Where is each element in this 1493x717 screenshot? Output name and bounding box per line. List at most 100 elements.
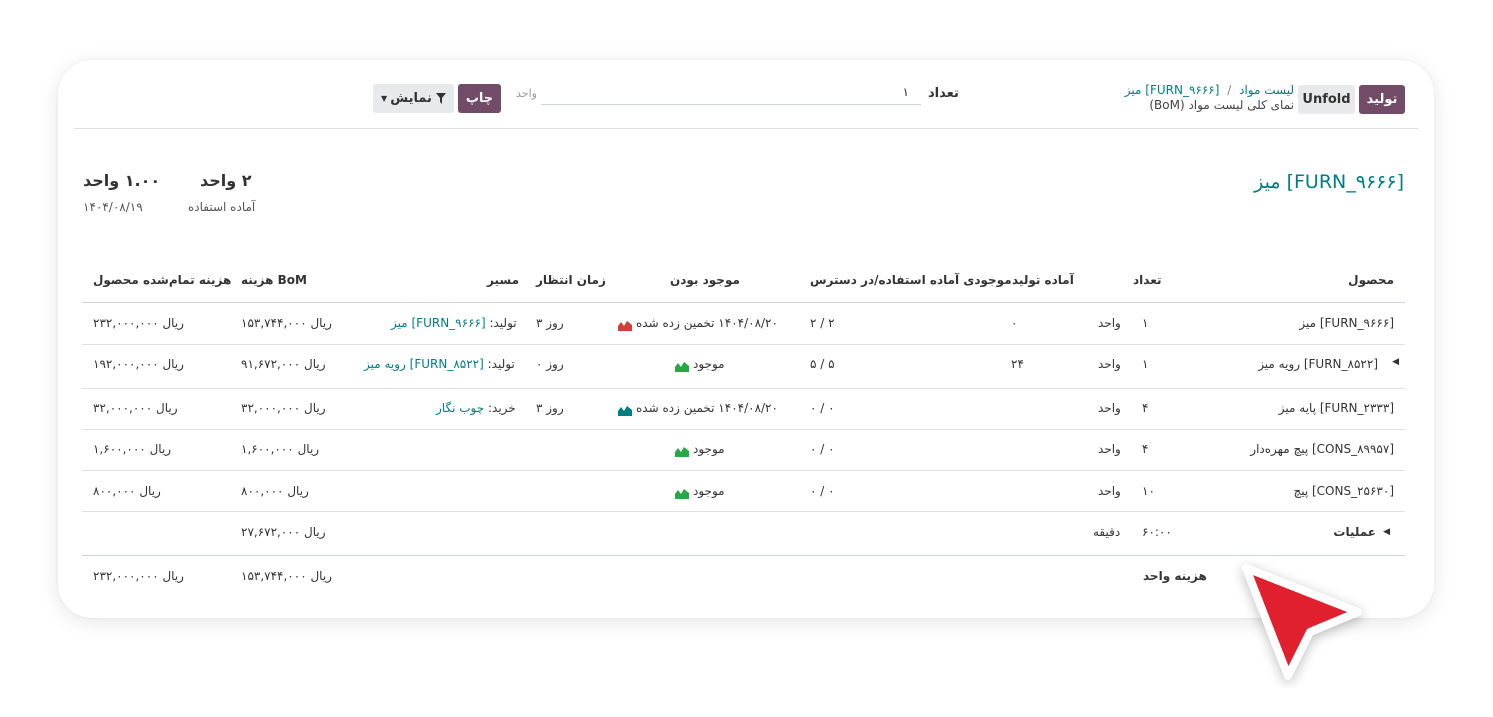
header-quantity: تعداد <box>1133 273 1162 287</box>
row-divider <box>82 429 1405 430</box>
total-quantity: ۱.۰۰ واحد <box>83 171 161 190</box>
header-free-available: موجودی آماده استفاده/در دسترس <box>810 273 1012 287</box>
ready-label: آماده استفاده <box>188 200 256 214</box>
summary-date: ۱۴۰۴/۰۸/۱۹ <box>83 200 143 214</box>
row-product-link[interactable]: [FURN_۹۶۶۶] میز <box>1299 316 1394 330</box>
row-availability: ۱۴۰۴/۰۸/۲۰ تخمین زده شده <box>636 316 778 330</box>
operations-label[interactable]: عملیات <box>1333 525 1376 539</box>
row-route: خرید: چوب نگار <box>436 401 516 415</box>
expand-caret-icon[interactable]: ◀ <box>1383 527 1390 537</box>
row-lead-time: ۳ روز <box>536 316 564 330</box>
quantity-label: تعداد <box>928 86 959 101</box>
filter-icon <box>435 91 446 106</box>
unit-cost-label: هزینه واحد <box>1143 569 1207 583</box>
forecast-chart-icon[interactable] <box>675 357 689 376</box>
row-uom: واحد <box>1098 442 1121 456</box>
row-ready: ۰ <box>1011 316 1018 330</box>
row-product-cost: ۳۲,۰۰۰,۰۰۰ ریال <box>93 401 178 415</box>
row-free: ۰ / ۰ <box>810 442 835 456</box>
operations-qty: ۶۰:۰۰ <box>1142 525 1172 539</box>
forecast-chart-icon[interactable] <box>675 442 689 461</box>
row-bom-cost: ۳۲,۰۰۰,۰۰۰ ریال <box>241 401 326 415</box>
row-product-cost: ۲۳۲,۰۰۰,۰۰۰ ریال <box>93 316 184 330</box>
row-route-prefix: تولید: <box>489 316 517 330</box>
row-divider <box>82 470 1405 471</box>
unfold-button[interactable]: Unfold <box>1298 85 1355 114</box>
row-lead-time: ۰ روز <box>536 357 564 371</box>
row-route-link[interactable]: [FURN_۹۶۶۶] میز <box>391 316 486 330</box>
forecast-chart-icon[interactable] <box>675 484 689 503</box>
header-lead-time: زمان انتظار <box>536 273 606 287</box>
row-product-link[interactable]: [CONS_۸۹۹۵۷] پیچ مهره‌دار <box>1250 442 1394 456</box>
breadcrumb-separator: / <box>1227 83 1232 97</box>
forecast-chart-icon[interactable] <box>618 401 632 420</box>
row-bom-cost: ۱,۶۰۰,۰۰۰ ریال <box>241 442 320 456</box>
header-product-cost: هزینه تمام‌شده محصول <box>93 273 232 287</box>
row-bom-cost: ۸۰۰,۰۰۰ ریال <box>241 484 309 498</box>
produce-button[interactable]: تولید <box>1359 85 1405 114</box>
breadcrumb: لیست مواد / [FURN_۹۶۶۶] میز <box>1125 83 1294 97</box>
quantity-input[interactable]: ۱ واحد <box>516 83 921 105</box>
row-qty: ۱ <box>1142 316 1149 330</box>
row-product-cost: ۸۰۰,۰۰۰ ریال <box>93 484 161 498</box>
header-route: مسیر <box>487 273 520 287</box>
row-availability: موجود <box>693 484 725 498</box>
row-free: ۵ / ۵ <box>810 357 835 371</box>
breadcrumb-current-link[interactable]: [FURN_۹۶۶۶] میز <box>1125 83 1220 97</box>
row-route-link[interactable]: چوب نگار <box>436 401 484 415</box>
row-availability: موجود <box>693 442 725 456</box>
control-panel-divider <box>74 128 1418 129</box>
operations-divider <box>82 555 1405 556</box>
print-button[interactable]: چاپ <box>458 84 501 113</box>
row-qty: ۴ <box>1142 442 1149 456</box>
row-product-link[interactable]: [FURN_۲۳۳۳] پایه میز <box>1279 401 1394 415</box>
page-subtitle: نمای کلی لیست مواد (BoM) <box>1149 98 1294 112</box>
row-product-link[interactable]: [CONS_۲۵۶۳۰] پیچ <box>1293 484 1394 498</box>
row-uom: واحد <box>1098 401 1121 415</box>
operations-uom: دقیقه <box>1093 525 1121 539</box>
row-route-prefix: تولید: <box>487 357 515 371</box>
row-ready: ۲۴ <box>1011 357 1024 371</box>
row-divider <box>82 511 1405 512</box>
row-product-cost: ۱۹۲,۰۰۰,۰۰۰ ریال <box>93 357 184 371</box>
ready-quantity: ۲ واحد <box>200 171 252 190</box>
header-bom-cost: هزینه BoM <box>241 273 307 287</box>
header-divider <box>82 302 1405 303</box>
row-bom-cost: ۹۱,۶۷۲,۰۰۰ ریال <box>241 357 326 371</box>
quantity-value: ۱ <box>902 85 909 99</box>
row-free: ۰ / ۰ <box>810 484 835 498</box>
row-divider <box>82 388 1405 389</box>
unit-placeholder: واحد <box>516 87 537 100</box>
row-free: ۰ / ۰ <box>810 401 835 415</box>
row-product-link[interactable]: [FURN_۸۵۲۲] رویه میز <box>1258 357 1378 371</box>
row-route-prefix: خرید: <box>487 401 516 415</box>
row-qty: ۴ <box>1142 401 1149 415</box>
row-free: ۲ / ۲ <box>810 316 835 330</box>
breadcrumb-parent-link[interactable]: لیست مواد <box>1239 83 1294 97</box>
row-route-link[interactable]: [FURN_۸۵۲۲] رویه میز <box>364 357 484 371</box>
row-qty: ۱ <box>1142 357 1149 371</box>
row-divider <box>82 344 1405 345</box>
operations-bom-cost: ۲۷,۶۷۲,۰۰۰ ریال <box>241 525 326 539</box>
header-availability: موجود بودن <box>670 273 740 287</box>
row-availability: ۱۴۰۴/۰۸/۲۰ تخمین زده شده <box>636 401 778 415</box>
forecast-chart-icon[interactable] <box>618 316 632 335</box>
header-product: محصول <box>1348 273 1394 287</box>
row-uom: واحد <box>1098 357 1121 371</box>
header-ready-to-produce: آماده تولید <box>1012 273 1074 287</box>
product-title-link[interactable]: [FURN_۹۶۶۶] میز <box>1254 171 1404 193</box>
unit-cost-bom: ۱۵۳,۷۴۴,۰۰۰ ریال <box>241 569 332 583</box>
row-bom-cost: ۱۵۳,۷۴۴,۰۰۰ ریال <box>241 316 332 330</box>
expand-caret-icon[interactable]: ◀ <box>1392 357 1399 367</box>
row-product-cost: ۱,۶۰۰,۰۰۰ ریال <box>93 442 172 456</box>
row-route: تولید: [FURN_۸۵۲۲] رویه میز <box>364 357 515 371</box>
display-button-label: نمایش <box>390 91 432 106</box>
bom-overview-card: تولید Unfold لیست مواد / [FURN_۹۶۶۶] میز… <box>58 60 1434 618</box>
row-uom: واحد <box>1098 316 1121 330</box>
cursor-pointer-icon <box>1242 564 1362 680</box>
row-route: تولید: [FURN_۹۶۶۶] میز <box>391 316 517 330</box>
row-availability: موجود <box>693 357 725 371</box>
unit-cost-product: ۲۳۲,۰۰۰,۰۰۰ ریال <box>93 569 184 583</box>
row-uom: واحد <box>1098 484 1121 498</box>
display-button[interactable]: ▼ نمایش <box>373 84 454 113</box>
